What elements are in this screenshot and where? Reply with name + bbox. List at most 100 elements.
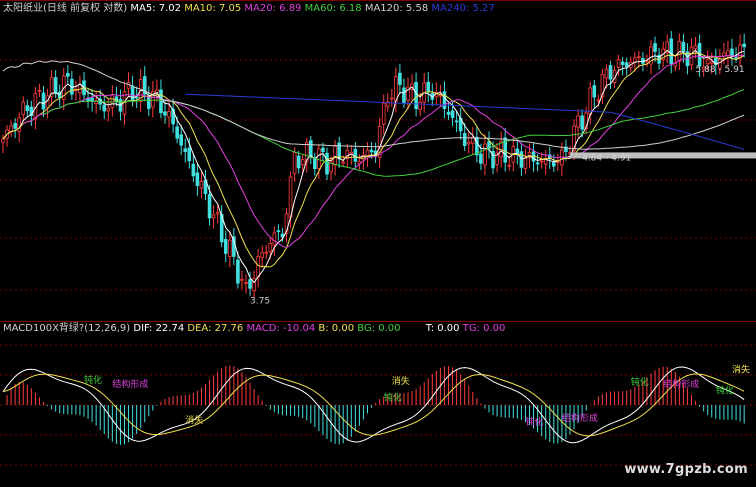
candle-body-72	[292, 152, 297, 174]
candle-body-174	[705, 59, 710, 65]
ma10-line	[2, 52, 745, 268]
watermark: www.7gpzb.com	[624, 462, 748, 477]
candle-body-114	[462, 133, 467, 146]
panel-separator	[0, 321, 756, 322]
candle-body-109	[442, 91, 447, 109]
candle-body-99	[402, 87, 406, 104]
candle-body-56	[227, 239, 232, 257]
candle-body-136	[552, 162, 556, 167]
candle-body-150	[608, 65, 613, 80]
macd-annotation-5: 结构形成	[562, 412, 598, 424]
candle-body-73	[296, 155, 301, 169]
macd-annotation-10: 消失	[732, 364, 750, 376]
macd-annotation-9: 钝化	[716, 385, 734, 397]
legend-ma10: MA10: 7.05	[184, 3, 242, 14]
candle-body-10	[41, 92, 46, 110]
candle-body-16	[66, 73, 70, 77]
candle-body-5	[21, 101, 26, 115]
candle-body-25	[102, 104, 107, 112]
candle-body-82	[333, 145, 337, 166]
candlestick-chart: 3.754.84 - 4.915.88 - 5.91钝化 结构形成消失消失钝化结构…	[0, 31, 756, 466]
macd-legend: MACD100X背绿?(12,26,9) DIF: 22.74 DEA: 27.…	[3, 323, 505, 335]
candle-body-59	[240, 278, 244, 281]
legend-dea: DEA: 27.76	[187, 323, 244, 334]
candle-body-52	[211, 214, 216, 219]
legend-tg: TG: 0.00	[462, 323, 506, 334]
candle-body-94	[381, 102, 386, 125]
macd-annotation-6: 钝化	[525, 416, 543, 428]
candle-body-181	[734, 56, 738, 59]
candle-body-9	[37, 90, 42, 92]
candle-body-60	[244, 282, 248, 284]
price-legend: 太阳纸业(日线 前复权 对数) MA5: 7.02 MA10: 7.05 MA2…	[3, 3, 495, 15]
candle-body-84	[341, 161, 345, 164]
candle-body-165	[669, 38, 674, 65]
candle-body-153	[620, 61, 625, 65]
candle-body-55	[223, 239, 228, 254]
candle-body-127	[515, 148, 520, 154]
candle-body-38	[155, 89, 159, 93]
candle-body-142	[576, 115, 580, 128]
candle-body-111	[450, 110, 455, 118]
price-label-1: 4.84 - 4.91	[582, 153, 631, 163]
candle-body-43	[175, 126, 179, 139]
candle-body-179	[726, 50, 730, 56]
legend-b: B: 0.00	[318, 323, 355, 334]
candle-body-152	[616, 59, 621, 68]
candle-body-180	[730, 48, 734, 57]
candle-body-161	[653, 43, 657, 52]
candle-body-98	[398, 72, 402, 85]
candle-body-96	[389, 97, 394, 100]
candle-body-44	[179, 134, 184, 146]
candle-body-51	[207, 194, 212, 219]
candle-body-68	[276, 230, 281, 233]
candle-body-146	[592, 85, 597, 98]
price-label-2: 5.88 - 5.91	[696, 65, 745, 75]
macd-annotation-2: 消失	[185, 414, 203, 426]
macd-annotation-8: 结构形成	[663, 378, 699, 390]
candle-body-64	[260, 252, 264, 258]
candle-body-149	[604, 68, 609, 79]
candle-body-110	[446, 111, 451, 115]
macd-annotation-3: 消失	[392, 375, 410, 387]
candle-body-27	[110, 94, 115, 108]
candle-body-22	[90, 97, 94, 102]
candle-body-26	[106, 107, 111, 112]
legend-dif: DIF: 22.74	[133, 323, 185, 334]
candle-body-157	[637, 56, 641, 59]
legend-ma60: MA60: 6.18	[304, 3, 362, 14]
candle-body-66	[268, 242, 273, 252]
candle-body-183	[742, 43, 746, 48]
candle-body-128	[519, 151, 524, 168]
candle-body-132	[535, 162, 540, 165]
ma20-line	[23, 54, 745, 249]
legend-stock-name: 太阳纸业(日线 前复权 对数)	[3, 3, 128, 14]
ma5-line	[2, 49, 745, 284]
candle-body-159	[645, 60, 649, 63]
top-border	[0, 0, 756, 1]
candle-body-61	[248, 279, 252, 289]
candle-body-171	[693, 45, 698, 50]
candle-body-74	[300, 159, 305, 166]
candle-body-125	[507, 164, 512, 167]
candle-body-119	[483, 143, 487, 166]
legend-bg: BG: 0.00	[357, 323, 401, 334]
candle-body-170	[689, 46, 694, 66]
candle-body-65	[264, 251, 269, 254]
candle-body-46	[187, 147, 192, 162]
candle-body-76	[308, 140, 313, 158]
candle-body-39	[159, 89, 163, 114]
legend-macd-title: MACD100X背绿?(12,26,9)	[3, 323, 131, 334]
legend-ma5: MA5: 7.02	[130, 3, 182, 14]
price-label-0: 3.75	[250, 296, 270, 306]
candle-body-118	[479, 153, 483, 164]
candle-body-32	[130, 85, 135, 102]
candle-body-6	[25, 105, 30, 112]
candle-body-53	[215, 212, 220, 215]
candle-body-63	[256, 256, 260, 278]
candle-body-137	[556, 161, 560, 164]
legend-macd: MACD: -10.04	[246, 323, 316, 334]
candle-body-45	[183, 148, 188, 152]
candle-body-13	[53, 77, 58, 94]
candle-body-133	[539, 160, 544, 163]
